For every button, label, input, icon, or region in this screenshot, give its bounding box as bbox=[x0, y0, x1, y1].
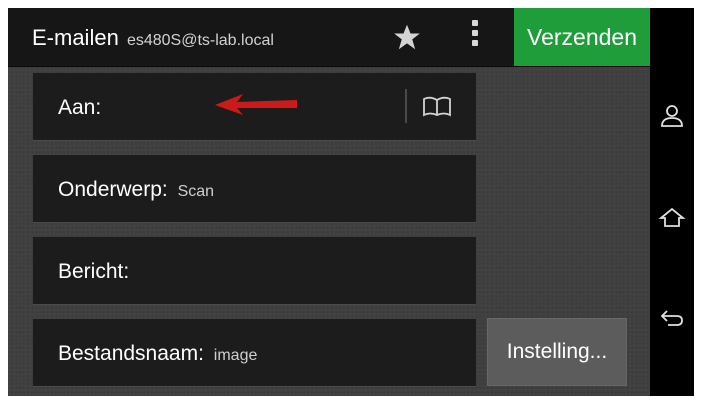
subject-label: Onderwerp: Scan bbox=[58, 178, 214, 202]
settings-button[interactable]: Instelling... bbox=[487, 318, 627, 386]
home-icon[interactable] bbox=[658, 205, 686, 231]
page-title: E-mailen es480S@ts-lab.local bbox=[32, 25, 274, 51]
to-field[interactable]: Aan: bbox=[33, 73, 476, 140]
person-icon[interactable] bbox=[658, 103, 686, 129]
subject-field[interactable]: Onderwerp: Scan bbox=[33, 155, 476, 222]
send-button[interactable]: Verzenden bbox=[514, 8, 650, 66]
overflow-menu-icon[interactable] bbox=[470, 20, 480, 52]
system-nav-bar bbox=[650, 8, 694, 396]
star-icon[interactable] bbox=[392, 23, 422, 51]
title-text: E-mailen bbox=[32, 25, 119, 50]
address-book-icon[interactable] bbox=[422, 95, 452, 117]
filename-value: image bbox=[213, 347, 258, 364]
field-divider bbox=[405, 89, 407, 123]
subject-value: Scan bbox=[177, 183, 215, 200]
message-field[interactable]: Bericht: bbox=[33, 237, 476, 304]
message-label: Bericht: bbox=[58, 260, 130, 283]
filename-label-text: Bestandsnaam: bbox=[58, 342, 204, 365]
filename-label: Bestandsnaam: image bbox=[58, 342, 257, 366]
email-screen: E-mailen es480S@ts-lab.local Verzenden A… bbox=[8, 8, 650, 396]
red-arrow-annotation bbox=[215, 94, 297, 115]
to-label: Aan: bbox=[58, 96, 102, 119]
top-bar: E-mailen es480S@ts-lab.local Verzenden bbox=[8, 8, 650, 67]
back-icon[interactable] bbox=[658, 304, 686, 330]
sender-address: es480S@ts-lab.local bbox=[126, 32, 274, 49]
filename-field[interactable]: Bestandsnaam: image bbox=[33, 319, 476, 386]
subject-label-text: Onderwerp: bbox=[58, 178, 168, 201]
